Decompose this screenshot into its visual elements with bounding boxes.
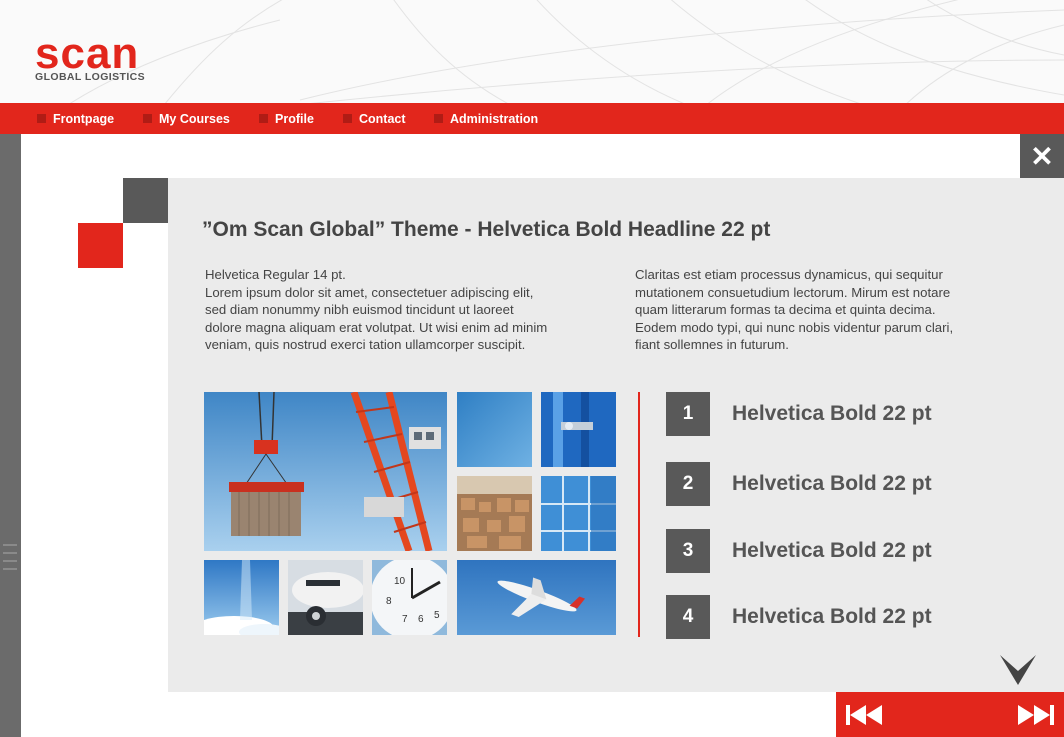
- numbered-item: 2 Helvetica Bold 22 pt: [666, 461, 932, 507]
- text-line: Claritas est etiam processus dynamicus, …: [635, 267, 943, 282]
- skip-back-icon: [846, 705, 882, 725]
- clouds-sun-photo: [204, 560, 279, 635]
- main-navigation: Frontpage My Courses Profile Contact Adm…: [0, 103, 1064, 134]
- airplane-takeoff-photo: [457, 560, 616, 635]
- body-text-right: Claritas est etiam processus dynamicus, …: [635, 266, 1015, 354]
- numbered-item: 3 Helvetica Bold 22 pt: [666, 528, 932, 574]
- numbered-item-label: Helvetica Bold 22 pt: [732, 605, 932, 628]
- number-badge: 2: [666, 462, 710, 506]
- red-divider: [638, 392, 640, 637]
- nav-item-frontpage[interactable]: Frontpage: [37, 103, 114, 134]
- decorative-red-square: [78, 223, 123, 268]
- drag-handle-icon[interactable]: [3, 544, 17, 594]
- text-line: dolore magna aliquam erat volutpat. Ut w…: [205, 319, 548, 335]
- player-controls: [836, 692, 1064, 737]
- warehouse-photo: [457, 476, 532, 551]
- nav-bullet-icon: [434, 114, 443, 123]
- text-line: Helvetica Regular 14 pt.: [205, 267, 346, 282]
- next-button[interactable]: [1008, 692, 1064, 737]
- nav-bullet-icon: [143, 114, 152, 123]
- numbered-item-label: Helvetica Bold 22 pt: [732, 539, 932, 562]
- logo-wordmark: scan: [35, 29, 140, 78]
- text-line: mutationem consuetudium lectorum. Mirum …: [635, 284, 951, 300]
- numbered-item: 1 Helvetica Bold 22 pt: [666, 391, 932, 437]
- text-line: Eodem modo typi, qui nunc nobis videntur…: [635, 319, 954, 335]
- nav-item-administration[interactable]: Administration: [434, 103, 538, 134]
- text-line: fiant sollemnes in futurum.: [635, 337, 789, 353]
- numbered-item-label: Helvetica Bold 22 pt: [732, 402, 932, 425]
- close-icon: ✕: [1030, 140, 1054, 172]
- nav-item-profile[interactable]: Profile: [259, 103, 314, 134]
- logo-tagline: GLOBAL LOGISTICS: [35, 71, 146, 83]
- chevron-down-icon: [1000, 655, 1036, 685]
- text-line: Lorem ipsum dolor sit amet, consectetuer…: [205, 284, 534, 300]
- content-panel: ”Om Scan Global” Theme - Helvetica Bold …: [168, 178, 1064, 692]
- svg-text:5: 5: [434, 610, 440, 621]
- page-headline: ”Om Scan Global” Theme - Helvetica Bold …: [202, 218, 771, 241]
- previous-button[interactable]: [836, 692, 892, 737]
- nav-label: Contact: [359, 111, 406, 126]
- scroll-down-button[interactable]: [998, 653, 1038, 687]
- nav-item-my-courses[interactable]: My Courses: [143, 103, 230, 134]
- clock-photo: 10 8 7 6 5: [372, 560, 447, 635]
- nav-label: Frontpage: [53, 111, 115, 126]
- glass-building-photo: [541, 476, 616, 551]
- number-badge: 3: [666, 529, 710, 573]
- nav-label: Profile: [275, 111, 314, 126]
- decorative-dark-square: [123, 178, 168, 223]
- svg-text:10: 10: [394, 576, 406, 587]
- left-side-strip: [0, 134, 21, 737]
- text-line: quam litterarum formas ta decima et quin…: [635, 302, 936, 318]
- nav-bullet-icon: [37, 114, 46, 123]
- nav-item-contact[interactable]: Contact: [343, 103, 406, 134]
- numbered-item-label: Helvetica Bold 22 pt: [732, 472, 932, 495]
- nav-bullet-icon: [259, 114, 268, 123]
- text-line: veniam, quis nostrud exerci tation ullam…: [205, 337, 526, 353]
- airplane-nose-photo: [288, 560, 363, 635]
- header: scan GLOBAL LOGISTICS: [0, 0, 1064, 103]
- text-line: sed diam nonummy nibh euismod tincidunt …: [205, 302, 514, 318]
- number-badge: 4: [666, 595, 710, 639]
- globe-grid-background: [69, 0, 1064, 103]
- scan-global-logistics-logo[interactable]: scan GLOBAL LOGISTICS: [35, 29, 146, 84]
- svg-text:6: 6: [418, 614, 424, 625]
- nav-label: My Courses: [159, 111, 230, 126]
- nav-bullet-icon: [343, 114, 352, 123]
- svg-text:8: 8: [386, 596, 392, 607]
- svg-text:7: 7: [402, 614, 408, 625]
- blue-sky-photo: [457, 392, 532, 467]
- close-button[interactable]: ✕: [1020, 134, 1064, 178]
- numbered-item: 4 Helvetica Bold 22 pt: [666, 594, 932, 640]
- skip-forward-icon: [1018, 705, 1054, 725]
- number-badge: 1: [666, 392, 710, 436]
- crane-container-photo: [204, 392, 447, 551]
- container-door-photo: [541, 392, 616, 467]
- nav-label: Administration: [450, 111, 539, 126]
- body-text-left: Helvetica Regular 14 pt. Lorem ipsum dol…: [205, 266, 605, 354]
